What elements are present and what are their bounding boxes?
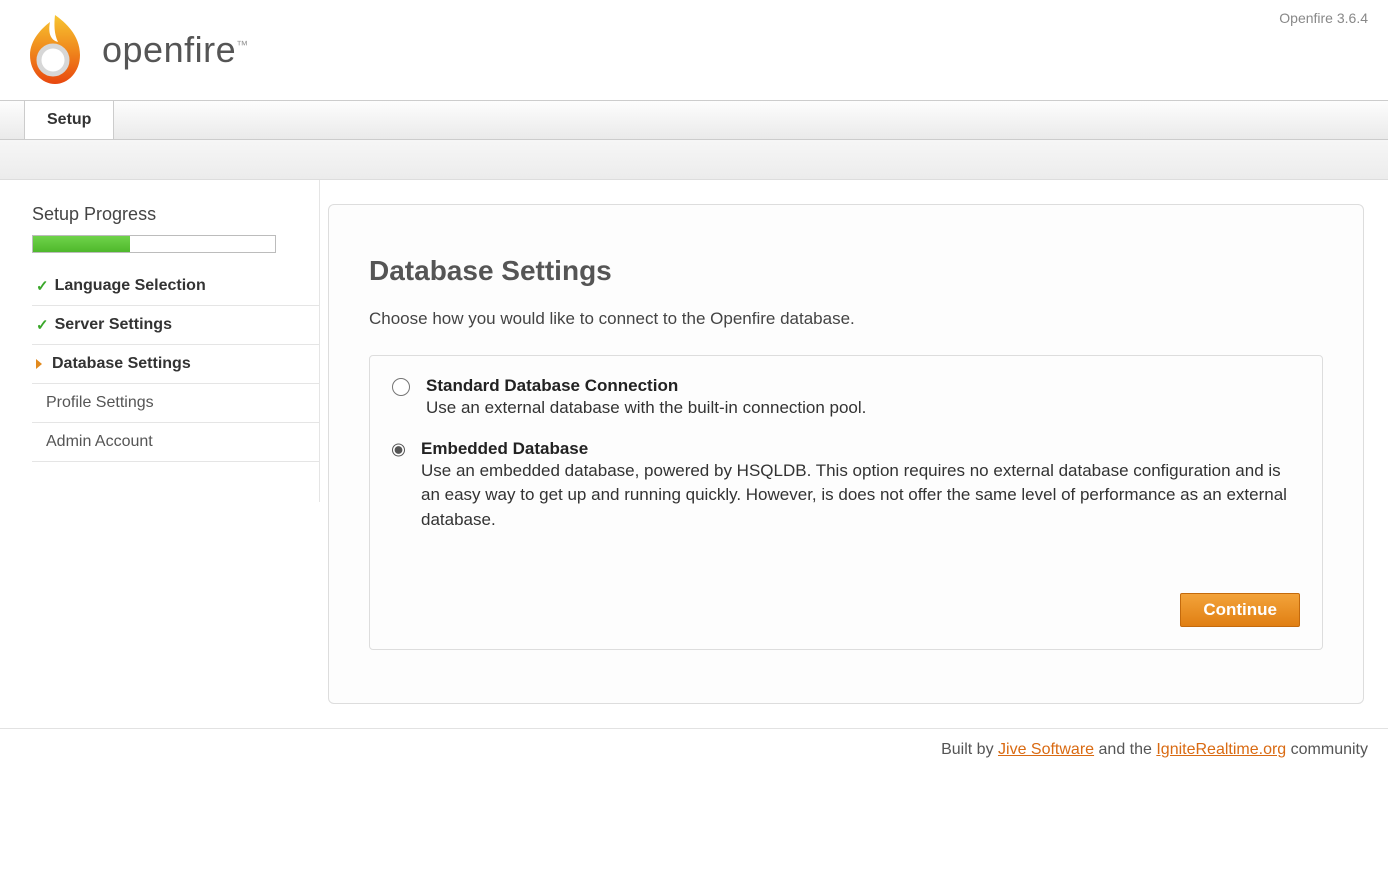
- options-box: Standard Database Connection Use an exte…: [369, 355, 1323, 650]
- arrow-icon: [36, 359, 42, 369]
- step-database-settings[interactable]: Database Settings: [32, 345, 319, 384]
- radio-standard[interactable]: [392, 378, 410, 396]
- option-label: Embedded Database: [421, 439, 1300, 459]
- footer-text: Built by: [941, 741, 998, 758]
- link-igniterealtime[interactable]: IgniteRealtime.org: [1156, 741, 1286, 758]
- main-area: Database Settings Choose how you would l…: [320, 180, 1388, 728]
- progress-title: Setup Progress: [32, 204, 319, 225]
- option-embedded[interactable]: Embedded Database Use an embedded databa…: [392, 439, 1300, 533]
- logo: openfire™: [20, 10, 249, 100]
- step-label: Profile Settings: [46, 394, 154, 412]
- sidebar: Setup Progress ✓ Language Selection ✓ Se…: [0, 180, 320, 502]
- flame-icon: [20, 10, 90, 90]
- tab-setup[interactable]: Setup: [24, 101, 114, 139]
- step-profile-settings[interactable]: Profile Settings: [32, 384, 319, 423]
- check-icon: ✓: [36, 316, 49, 334]
- footer-text: and the: [1099, 741, 1157, 758]
- step-label: Admin Account: [46, 433, 153, 451]
- option-desc: Use an external database with the built-…: [426, 396, 866, 421]
- radio-embedded[interactable]: [392, 441, 405, 459]
- header: openfire™ Openfire 3.6.4: [0, 0, 1388, 100]
- progress-bar: [32, 235, 276, 253]
- progress-fill: [33, 236, 130, 252]
- content-panel: Database Settings Choose how you would l…: [328, 204, 1364, 704]
- step-label: Server Settings: [55, 316, 172, 334]
- option-desc: Use an embedded database, powered by HSQ…: [421, 459, 1300, 533]
- page-description: Choose how you would like to connect to …: [369, 309, 1323, 329]
- option-label: Standard Database Connection: [426, 376, 866, 396]
- sub-bar: [0, 140, 1388, 180]
- footer: Built by Jive Software and the IgniteRea…: [0, 728, 1388, 771]
- link-jive-software[interactable]: Jive Software: [998, 741, 1094, 758]
- step-language-selection[interactable]: ✓ Language Selection: [32, 267, 319, 306]
- product-name: openfire™: [102, 29, 249, 71]
- continue-button[interactable]: Continue: [1180, 593, 1300, 627]
- footer-text: community: [1291, 741, 1368, 758]
- step-server-settings[interactable]: ✓ Server Settings: [32, 306, 319, 345]
- tab-bar: Setup: [0, 100, 1388, 140]
- option-standard[interactable]: Standard Database Connection Use an exte…: [392, 376, 1300, 421]
- step-list: ✓ Language Selection ✓ Server Settings D…: [32, 267, 319, 462]
- step-admin-account[interactable]: Admin Account: [32, 423, 319, 462]
- version-label: Openfire 3.6.4: [1279, 10, 1368, 26]
- step-label: Language Selection: [55, 277, 206, 295]
- check-icon: ✓: [36, 277, 49, 295]
- page-title: Database Settings: [369, 255, 1323, 287]
- step-label: Database Settings: [52, 355, 191, 373]
